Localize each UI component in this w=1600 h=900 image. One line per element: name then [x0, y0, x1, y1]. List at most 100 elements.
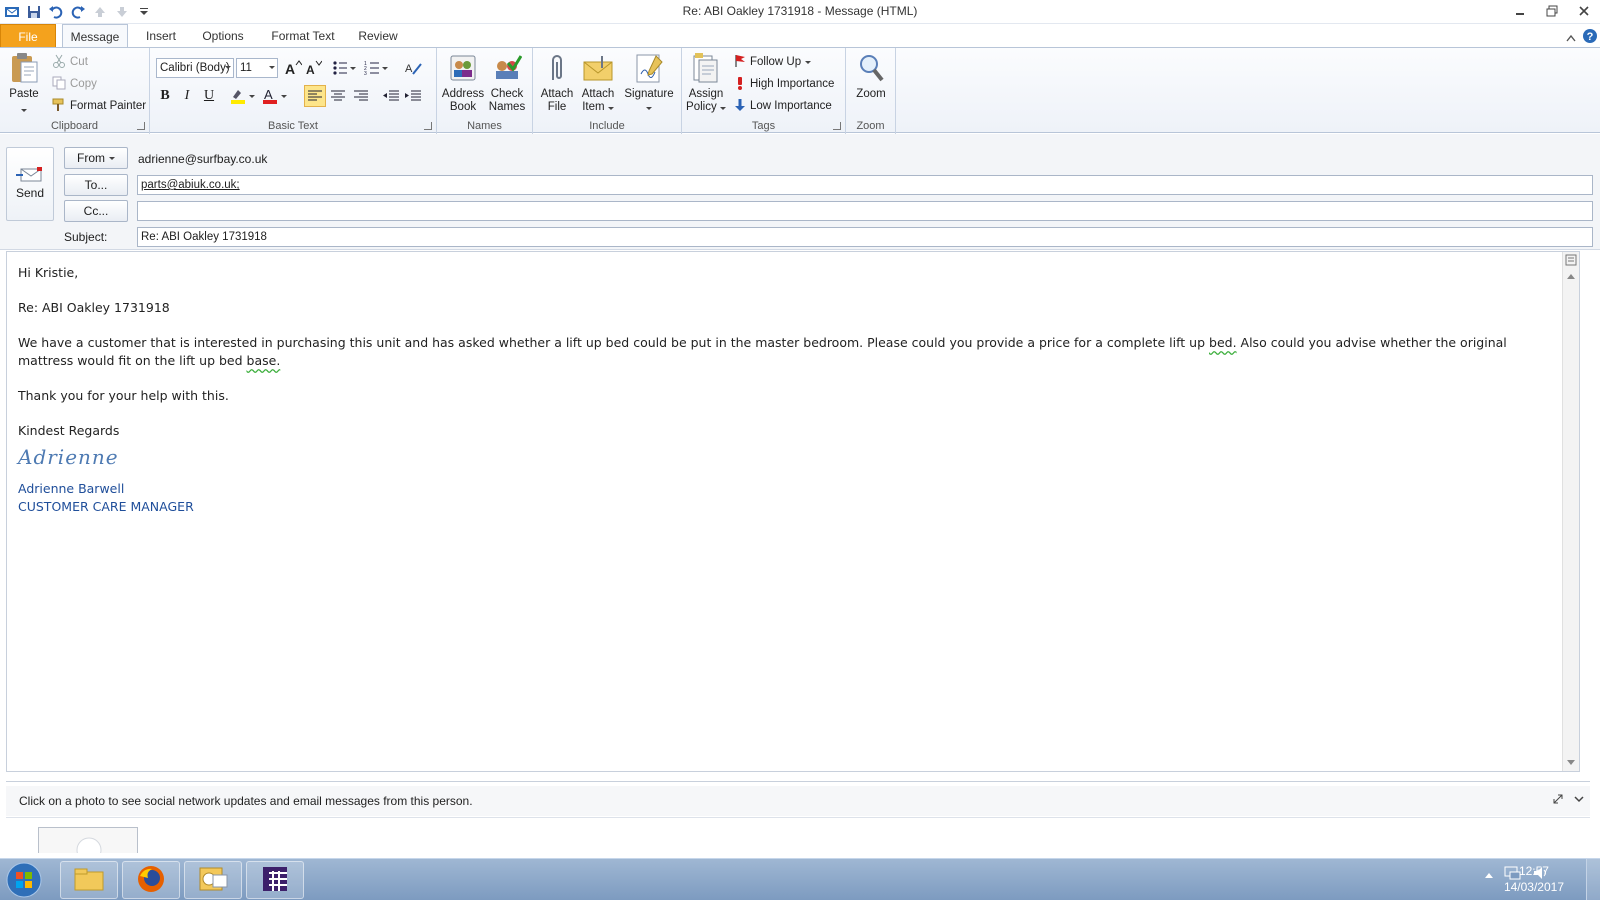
paste-icon: [8, 52, 40, 84]
to-button[interactable]: To...: [64, 174, 128, 196]
close-icon[interactable]: [1568, 0, 1600, 22]
taskbar-explorer[interactable]: [60, 861, 118, 899]
firefox-icon: [136, 864, 166, 897]
message-body[interactable]: Hi Kristie, Re: ABI Oakley 1731918 We ha…: [6, 251, 1580, 772]
assign-policy-button[interactable]: Assign Policy: [686, 52, 726, 114]
svg-text:3: 3: [364, 71, 367, 76]
taskbar-outlook[interactable]: [184, 861, 242, 899]
collapse-ribbon-icon[interactable]: [1566, 31, 1576, 45]
increase-indent-icon[interactable]: [402, 85, 424, 107]
svg-text:A: A: [285, 61, 295, 76]
expand-pane-icon[interactable]: [1552, 793, 1564, 808]
taskbar-app[interactable]: [246, 861, 304, 899]
taskbar-clock[interactable]: 12:57 14/03/2017: [1504, 863, 1564, 895]
format-painter-button[interactable]: Format Painter: [52, 96, 146, 116]
minimize-icon[interactable]: [1504, 0, 1536, 22]
follow-up-button[interactable]: Follow Up: [734, 52, 812, 72]
greeting: Hi Kristie,: [18, 265, 79, 280]
thanks-line: Thank you for your help with this.: [18, 388, 229, 403]
folder-icon: [73, 866, 105, 895]
decrease-indent-icon[interactable]: [380, 85, 402, 107]
show-hidden-icons[interactable]: [1484, 868, 1494, 882]
scroll-up-icon[interactable]: [1563, 268, 1579, 284]
taskbar-firefox[interactable]: [122, 861, 180, 899]
people-pane-separator[interactable]: [6, 781, 1590, 783]
font-size-select[interactable]: 11: [236, 58, 278, 78]
collapse-pane-icon[interactable]: [1574, 793, 1584, 808]
font-name-select[interactable]: Calibri (Body): [156, 58, 234, 78]
signature-title: CUSTOMER CARE MANAGER: [18, 499, 194, 514]
contact-photo[interactable]: [38, 827, 138, 853]
spelling-squiggle: base.: [246, 353, 281, 368]
underline-button[interactable]: U: [198, 85, 220, 107]
tags-dialog-launcher[interactable]: [833, 122, 841, 130]
font-color-icon[interactable]: A: [260, 85, 290, 107]
signature-button[interactable]: Signature: [621, 52, 677, 114]
ruler-toggle-icon[interactable]: [1563, 252, 1579, 268]
check-names-button[interactable]: Check Names: [485, 52, 529, 114]
clipboard-group: Paste Cut Copy Format Painter Clipboard: [0, 48, 150, 134]
bold-button[interactable]: B: [154, 85, 176, 107]
scroll-down-icon[interactable]: [1563, 755, 1579, 771]
clipboard-group-label: Clipboard: [50, 120, 99, 132]
reference-line: Re: ABI Oakley 1731918: [18, 300, 170, 315]
bullets-icon[interactable]: [330, 57, 358, 79]
copy-button[interactable]: Copy: [52, 74, 97, 94]
zoom-button[interactable]: Zoom: [850, 52, 892, 101]
chevron-down-icon: [805, 60, 812, 64]
attach-file-button[interactable]: Attach File: [537, 52, 577, 114]
cut-button[interactable]: Cut: [52, 52, 88, 72]
attach-item-button[interactable]: Attach Item: [577, 52, 619, 114]
zoom-group-label: Zoom: [856, 120, 885, 132]
policy-icon: [690, 52, 722, 84]
svg-text:A: A: [264, 87, 273, 102]
tab-file[interactable]: File: [0, 24, 56, 48]
align-right-icon[interactable]: [350, 85, 372, 107]
body-scrollbar[interactable]: [1562, 252, 1579, 771]
tab-options[interactable]: Options: [196, 24, 250, 48]
tab-format-text[interactable]: Format Text: [264, 24, 342, 48]
tab-review[interactable]: Review: [352, 24, 404, 48]
shrink-font-icon[interactable]: A: [302, 57, 324, 79]
grow-font-icon[interactable]: A: [282, 57, 304, 79]
signature-icon: [633, 52, 665, 84]
recipient-to[interactable]: parts@abiuk.co.uk;: [141, 179, 240, 191]
to-field[interactable]: parts@abiuk.co.uk;: [137, 175, 1593, 195]
align-center-icon[interactable]: [327, 85, 349, 107]
scissors-icon: [52, 54, 66, 71]
cc-field[interactable]: [137, 201, 1593, 221]
show-desktop-button[interactable]: [1586, 859, 1600, 900]
tab-message[interactable]: Message: [62, 24, 128, 48]
send-icon: [7, 166, 53, 184]
send-button[interactable]: Send: [6, 147, 54, 221]
cc-button[interactable]: Cc...: [64, 200, 128, 222]
numbering-icon[interactable]: 123: [362, 57, 390, 79]
align-left-icon[interactable]: [304, 85, 326, 107]
basic-text-dialog-launcher[interactable]: [424, 122, 432, 130]
from-button[interactable]: From: [64, 147, 128, 169]
restore-icon[interactable]: [1536, 0, 1568, 22]
address-book-icon: [447, 52, 479, 84]
start-button[interactable]: [4, 861, 46, 899]
clipboard-dialog-launcher[interactable]: [137, 122, 145, 130]
svg-text:A: A: [306, 63, 315, 76]
italic-button[interactable]: I: [176, 85, 198, 107]
address-book-button[interactable]: Address Book: [441, 52, 485, 114]
svg-text:?: ?: [1587, 31, 1594, 43]
subject-field[interactable]: Re: ABI Oakley 1731918: [137, 227, 1593, 247]
paste-button[interactable]: Paste: [6, 52, 42, 116]
highlight-color-icon[interactable]: [228, 85, 258, 107]
help-icon[interactable]: ?: [1582, 28, 1598, 47]
envelope-icon: [582, 52, 614, 84]
exclamation-icon: [734, 76, 746, 93]
tags-group: Assign Policy Follow Up High Importance …: [682, 48, 846, 134]
low-importance-button[interactable]: Low Importance: [734, 96, 832, 116]
names-group: Address Book Check Names Names: [437, 48, 533, 134]
tab-insert[interactable]: Insert: [136, 24, 186, 48]
svg-text:A: A: [405, 63, 413, 75]
people-pane-message: Click on a photo to see social network u…: [19, 794, 473, 808]
high-importance-button[interactable]: High Importance: [734, 74, 834, 94]
clear-formatting-icon[interactable]: A: [402, 57, 424, 79]
message-body-text[interactable]: Hi Kristie, Re: ABI Oakley 1731918 We ha…: [18, 264, 1563, 516]
signature-script: Adrienne: [18, 445, 119, 469]
